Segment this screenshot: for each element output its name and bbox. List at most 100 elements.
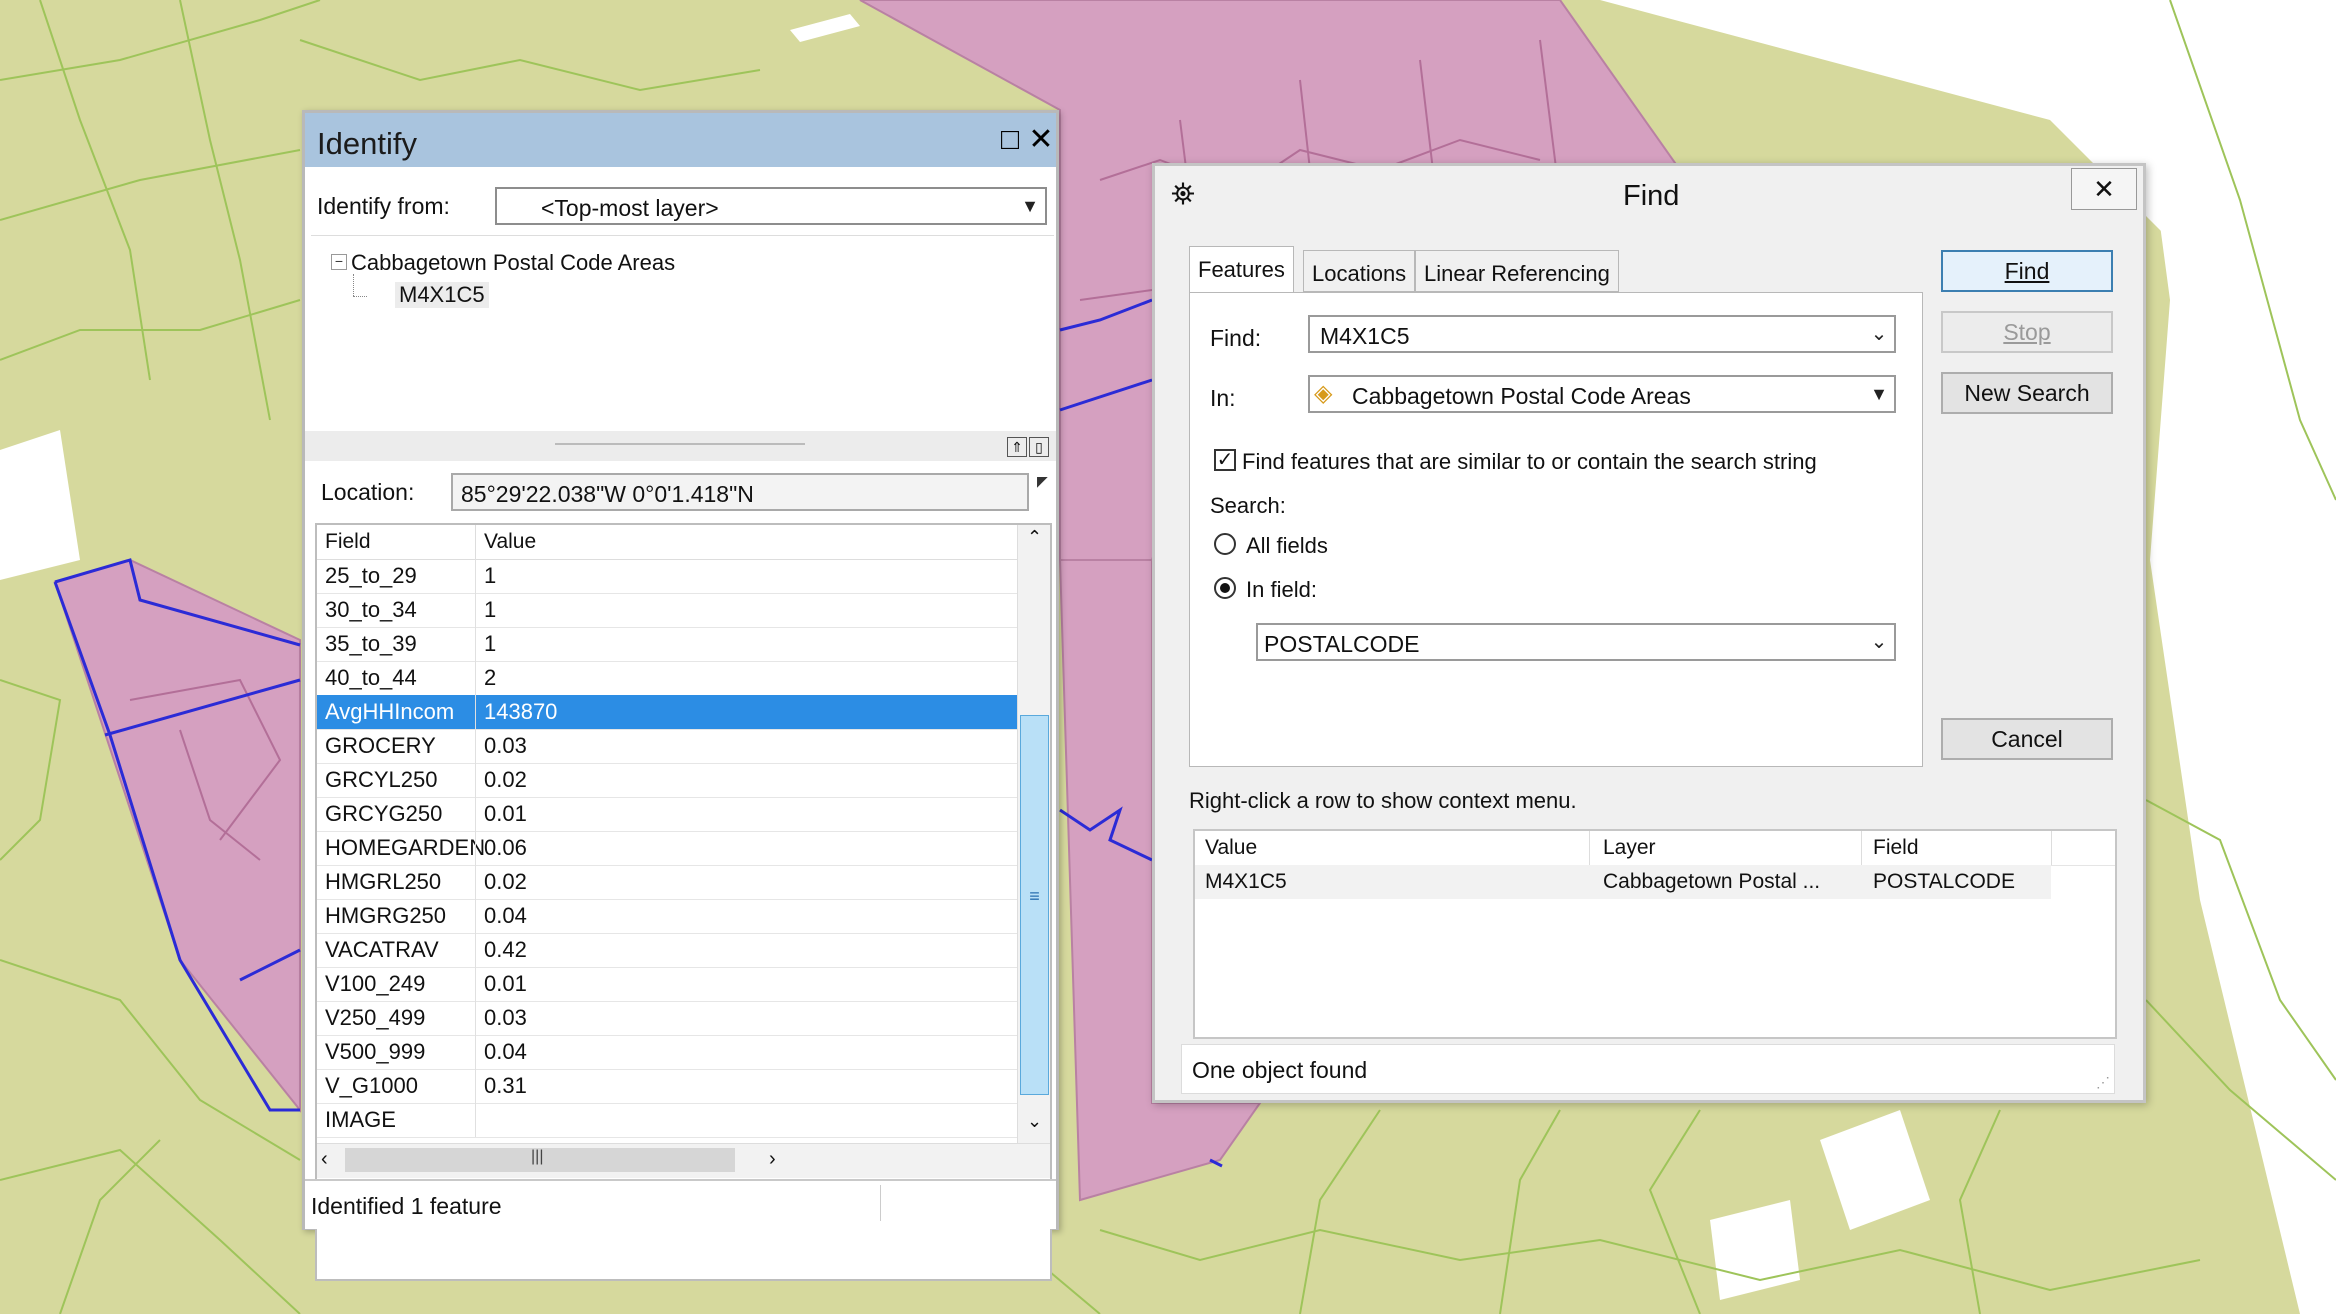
close-icon[interactable]: ✕: [1026, 125, 1056, 155]
attribute-grid: Field Value 25_to_29 1 30_to_34 1 35_to_39 1 4…: [315, 523, 1052, 1281]
find-input-value: M4X1C5: [1320, 323, 1410, 349]
table-row[interactable]: V100_249 0.01: [317, 967, 1017, 1002]
identify-from-value: <Top-most layer>: [541, 195, 719, 221]
scroll-thumb[interactable]: ≡: [1020, 715, 1049, 1095]
find-status-text: One object found: [1192, 1057, 1368, 1083]
column-divider[interactable]: [2051, 831, 2052, 865]
h-scroll-thumb[interactable]: |||: [345, 1148, 735, 1172]
vertical-scrollbar[interactable]: ⌃ ≡ ⌄: [1017, 525, 1050, 1143]
panel-splitter[interactable]: ⇑ ▯: [305, 431, 1056, 461]
column-divider: [475, 627, 476, 661]
row-field: HMGRG250: [325, 903, 447, 928]
column-divider: [475, 1069, 476, 1103]
column-header-field[interactable]: Field: [1873, 836, 1919, 860]
column-header-value[interactable]: Value: [484, 530, 536, 554]
column-header-layer[interactable]: Layer: [1603, 836, 1656, 860]
context-menu-hint: Right-click a row to show context menu.: [1189, 788, 1577, 813]
column-divider[interactable]: [475, 525, 476, 559]
table-row[interactable]: VACATRAV 0.42: [317, 933, 1017, 968]
tab-locations[interactable]: Locations: [1303, 250, 1416, 292]
binoculars-icon: ⛯: [1171, 178, 1195, 211]
column-divider: [475, 1035, 476, 1069]
row-value: 0.04: [484, 903, 527, 928]
location-value: 85°29'22.038"W 0°0'1.418"N: [461, 481, 754, 507]
grip-icon: ≡: [1029, 886, 1040, 906]
column-divider: [475, 559, 476, 593]
scroll-up-icon[interactable]: ⌃: [1018, 527, 1050, 555]
table-row[interactable]: HMGRL250 0.02: [317, 865, 1017, 900]
column-divider: [475, 593, 476, 627]
in-layer-value: Cabbagetown Postal Code Areas: [1352, 383, 1691, 409]
row-field: GROCERY: [325, 733, 436, 758]
row-value: 0.31: [484, 1073, 527, 1098]
close-button[interactable]: ✕: [2071, 168, 2137, 210]
row-value: 0.03: [484, 1005, 527, 1030]
result-field: POSTALCODE: [1873, 870, 2015, 893]
similar-checkbox-label: Find features that are similar to or con…: [1242, 449, 1817, 474]
table-row[interactable]: GRCYL250 0.02: [317, 763, 1017, 798]
table-row[interactable]: V250_499 0.03: [317, 1001, 1017, 1036]
row-value: 0.01: [484, 971, 527, 996]
column-divider: [475, 933, 476, 967]
column-divider[interactable]: [1861, 831, 1862, 865]
maximize-icon[interactable]: □: [995, 125, 1025, 155]
column-header-field[interactable]: Field: [325, 530, 371, 554]
table-row[interactable]: GRCYG250 0.01: [317, 797, 1017, 832]
in-field-dropdown[interactable]: POSTALCODE ⌄: [1256, 623, 1896, 661]
find-title-bar[interactable]: ⛯ Find ✕: [1155, 166, 2143, 222]
location-field[interactable]: 85°29'22.038"W 0°0'1.418"N: [451, 473, 1029, 511]
in-layer-dropdown[interactable]: ◈ Cabbagetown Postal Code Areas ▼: [1308, 375, 1896, 413]
resize-grip-icon[interactable]: ⋰: [2096, 1074, 2110, 1091]
tree-feature-item[interactable]: M4X1C5: [395, 282, 489, 308]
stop-button[interactable]: Stop: [1941, 311, 2113, 353]
expand-up-icon[interactable]: ⇑: [1007, 437, 1027, 457]
all-fields-label: All fields: [1246, 533, 1328, 558]
row-field: V_G1000: [325, 1073, 418, 1098]
table-row[interactable]: 30_to_34 1: [317, 593, 1017, 628]
tree-layer-name[interactable]: Cabbagetown Postal Code Areas: [351, 250, 675, 276]
row-value: 1: [484, 563, 497, 588]
chevron-down-icon: ⌄: [1870, 323, 1888, 345]
tab-features[interactable]: Features: [1189, 246, 1294, 294]
tab-linear-referencing[interactable]: Linear Referencing: [1415, 250, 1619, 292]
table-row[interactable]: V500_999 0.04: [317, 1035, 1017, 1070]
table-row[interactable]: IMAGE: [317, 1103, 1017, 1138]
identify-from-dropdown[interactable]: <Top-most layer> ▼: [495, 187, 1047, 225]
cancel-button[interactable]: Cancel: [1941, 718, 2113, 760]
result-row[interactable]: M4X1C5 Cabbagetown Postal ... POSTALCODE: [1195, 865, 2051, 899]
column-header-value[interactable]: Value: [1205, 836, 1257, 860]
column-divider: [475, 797, 476, 831]
find-input[interactable]: M4X1C5 ⌄: [1308, 315, 1896, 353]
layout-toggle-icon[interactable]: ▯: [1029, 437, 1049, 457]
column-divider[interactable]: [1589, 831, 1590, 865]
row-value: 0.02: [484, 869, 527, 894]
row-field: 40_to_44: [325, 665, 417, 690]
column-divider: [475, 1103, 476, 1137]
table-row[interactable]: HOMEGARDEN 0.06: [317, 831, 1017, 866]
all-fields-radio[interactable]: [1214, 533, 1236, 555]
table-row[interactable]: HMGRG250 0.04: [317, 899, 1017, 934]
scroll-down-icon[interactable]: ⌄: [1018, 1111, 1050, 1139]
similar-checkbox[interactable]: ✓: [1214, 449, 1236, 471]
table-row[interactable]: 40_to_44 2: [317, 661, 1017, 696]
row-field: V250_499: [325, 1005, 426, 1030]
find-label: Find:: [1210, 325, 1262, 351]
new-search-button[interactable]: New Search: [1941, 372, 2113, 414]
table-row[interactable]: GROCERY 0.03: [317, 729, 1017, 764]
column-divider: [475, 899, 476, 933]
identify-window: Identify □ ✕ Identify from: <Top-most la…: [302, 110, 1059, 1281]
location-options-icon[interactable]: ◤: [1037, 473, 1048, 490]
identify-title-bar[interactable]: Identify □ ✕: [305, 113, 1056, 167]
collapse-icon[interactable]: −: [331, 254, 347, 270]
scroll-right-icon[interactable]: ›: [769, 1148, 776, 1171]
table-row[interactable]: V_G1000 0.31: [317, 1069, 1017, 1104]
scroll-left-icon[interactable]: ‹: [321, 1148, 328, 1171]
row-field: V500_999: [325, 1039, 426, 1064]
horizontal-scrollbar[interactable]: ‹ ||| ›: [317, 1143, 1050, 1178]
find-button[interactable]: Find: [1941, 250, 2113, 292]
in-field-radio[interactable]: [1214, 577, 1236, 599]
identify-status-text: Identified 1 feature: [311, 1193, 502, 1219]
table-row[interactable]: 35_to_39 1: [317, 627, 1017, 662]
table-row[interactable]: 25_to_29 1: [317, 559, 1017, 594]
table-row[interactable]: AvgHHIncom 143870: [317, 695, 1017, 730]
